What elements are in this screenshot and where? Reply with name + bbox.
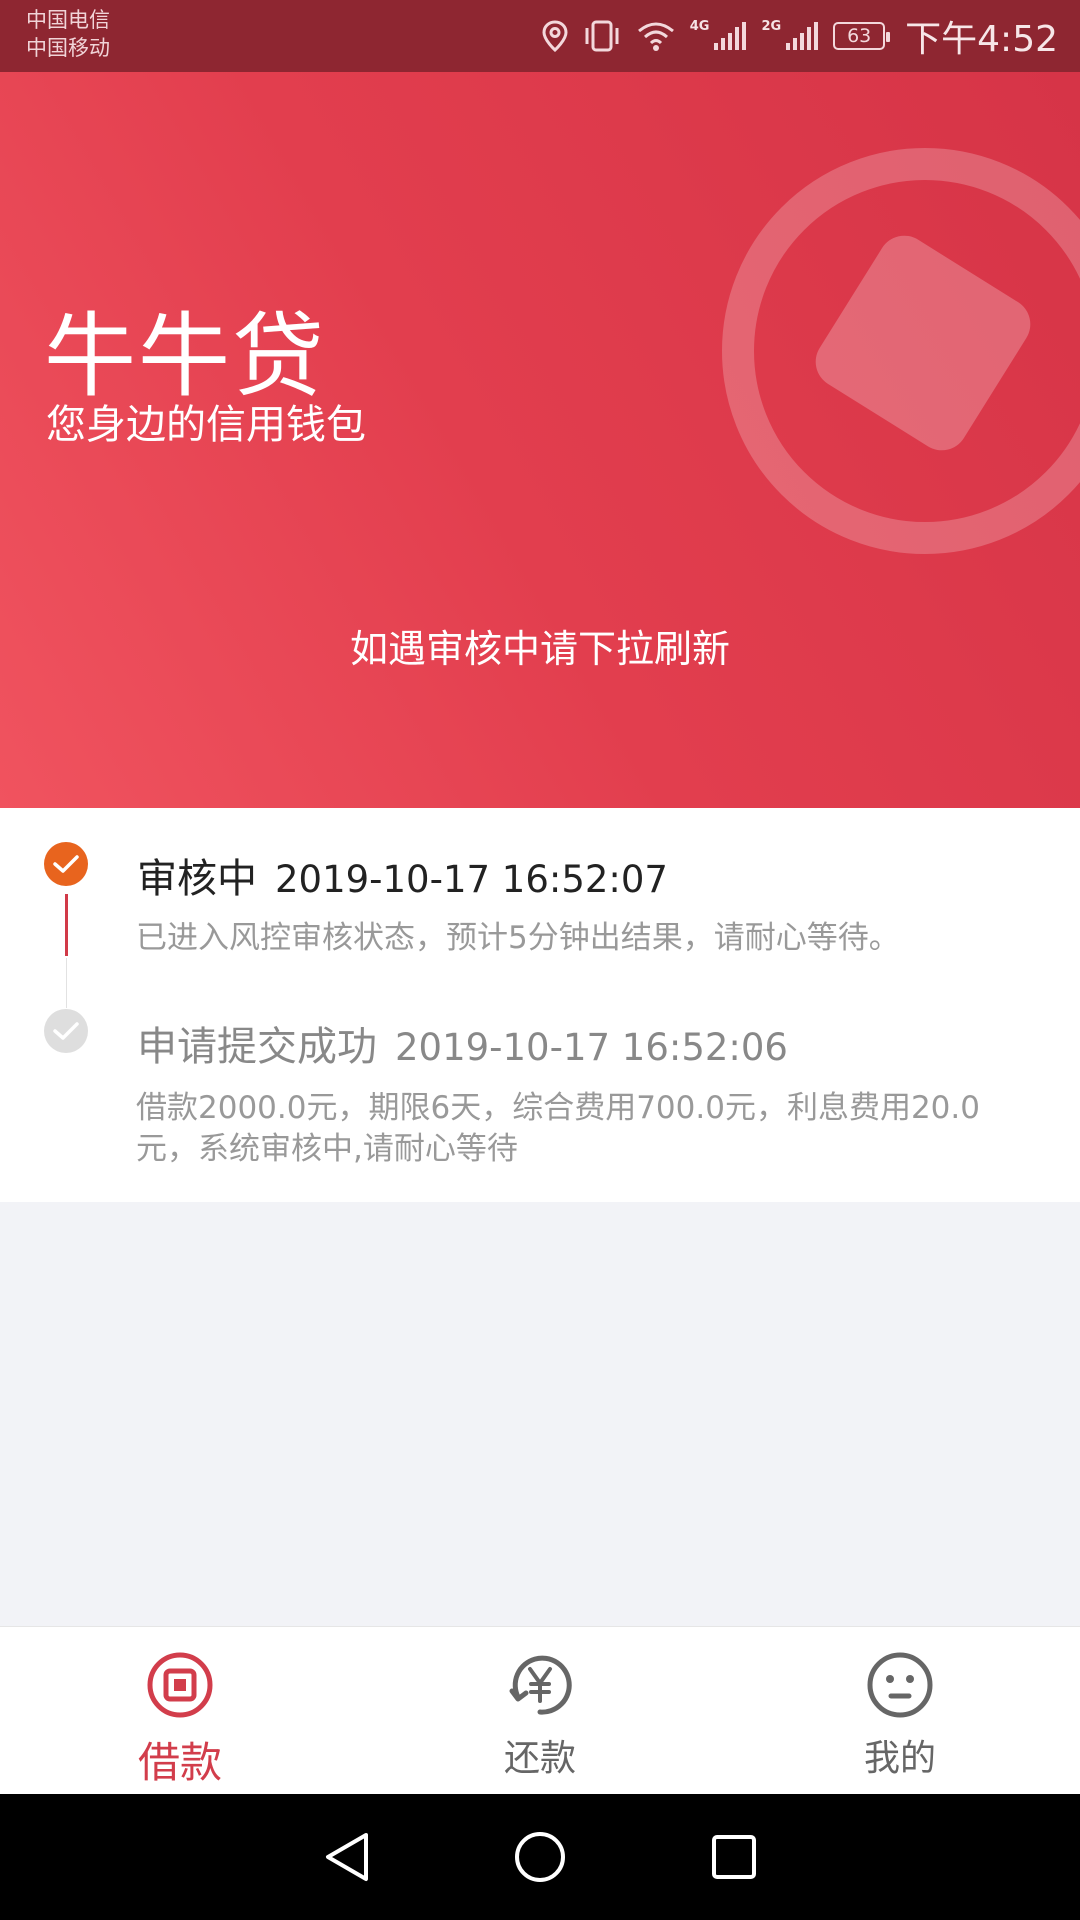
nav-tab-loan[interactable]: 借款 — [0, 1627, 360, 1794]
pull-refresh-hint: 如遇审核中请下拉刷新 — [349, 627, 730, 671]
back-triangle-icon — [326, 1833, 368, 1881]
hero-banner: 牛牛贷 您身边的信用钱包 如遇审核中请下拉刷新 — [0, 72, 1080, 808]
timeline-time: 2019-10-17 16:52:07 — [275, 858, 668, 901]
home-button[interactable] — [508, 1825, 572, 1889]
timeline-heading: 审核中 2019-10-17 16:52:07 — [137, 846, 668, 904]
network-type-2: 2G — [761, 18, 782, 34]
wifi-icon — [637, 22, 674, 51]
timeline-connector — [66, 958, 67, 1008]
profile-icon — [867, 1652, 933, 1718]
bottom-nav: 借款 还款 我的 — [0, 1626, 1080, 1794]
timeline-status: 申请提交成功 — [137, 1024, 377, 1070]
carrier-info: 中国电信 中国移动 — [26, 6, 110, 62]
timeline-heading: 申请提交成功 2019-10-17 16:52:06 — [137, 1014, 788, 1072]
clock: 下午4:52 — [905, 19, 1058, 60]
timeline-status: 审核中 — [137, 856, 257, 902]
battery-level: 63 — [847, 25, 872, 47]
application-timeline: 审核中 2019-10-17 16:52:07 已进入风控审核状态，预计5分钟出结… — [0, 808, 1080, 1202]
signal-icon — [786, 22, 819, 50]
loan-icon — [147, 1652, 213, 1718]
timeline-description: 已进入风控审核状态，预计5分钟出结果，请耐心等待。 — [136, 920, 900, 956]
status-bar: 中国电信 中国移动 4G 2G 63 下午4:52 — [0, 0, 1080, 72]
back-button[interactable] — [314, 1825, 378, 1889]
home-circle-icon — [515, 1832, 565, 1882]
repay-icon — [509, 1655, 572, 1715]
system-nav-bar — [0, 1794, 1080, 1920]
carrier-secondary: 中国移动 — [26, 36, 110, 60]
location-icon — [542, 20, 568, 52]
vibrate-icon — [585, 20, 619, 52]
nav-tab-repay[interactable]: 还款 — [360, 1627, 720, 1794]
timeline-description: 借款2000.0元，期限6天，综合费用700.0元，利息费用20.0元，系统审核… — [136, 1090, 980, 1167]
app-slogan: 您身边的信用钱包 — [46, 402, 366, 448]
timeline-time: 2019-10-17 16:52:06 — [395, 1026, 788, 1069]
carrier-primary: 中国电信 — [26, 8, 110, 32]
network-type-1: 4G — [689, 18, 710, 34]
nav-tab-profile[interactable]: 我的 — [720, 1627, 1080, 1794]
timeline-connector — [65, 894, 68, 956]
nav-label: 还款 — [503, 1738, 576, 1779]
nav-label: 我的 — [863, 1738, 936, 1779]
step-active-icon — [44, 842, 88, 886]
status-icons: 4G 2G 63 下午4:52 — [542, 0, 1058, 72]
signal-icon — [714, 22, 747, 50]
recents-button[interactable] — [702, 1825, 766, 1889]
step-done-icon — [44, 1009, 88, 1053]
nav-label: 借款 — [137, 1738, 222, 1787]
battery-icon: 63 — [833, 22, 891, 50]
recents-square-icon — [712, 1835, 756, 1879]
